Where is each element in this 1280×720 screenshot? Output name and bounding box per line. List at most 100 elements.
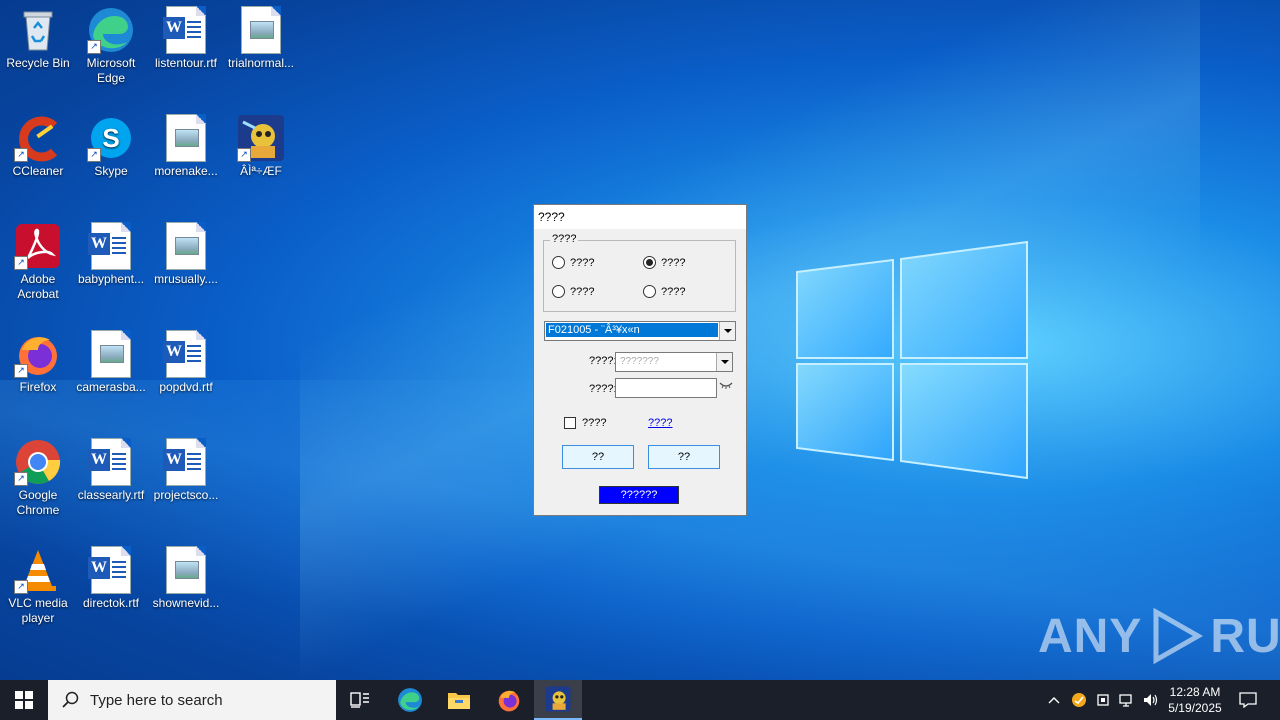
tray-device[interactable] bbox=[1092, 680, 1114, 720]
desktop-icon-directok[interactable]: W directok.rtf bbox=[73, 540, 149, 611]
desktop-icon-ccleaner[interactable]: ↗ CCleaner bbox=[0, 108, 76, 179]
radio-button[interactable] bbox=[552, 285, 565, 298]
icon-label: shownevid... bbox=[152, 596, 220, 610]
radio-option-3[interactable]: ???? bbox=[552, 285, 594, 298]
shortcut-arrow-icon: ↗ bbox=[237, 148, 251, 162]
desktop-icon-morenake[interactable]: morenake... bbox=[148, 108, 224, 179]
shortcut-arrow-icon: ↗ bbox=[87, 40, 101, 54]
desktop-icon-babyphent[interactable]: W babyphent... bbox=[73, 216, 149, 287]
dialog-title: ???? bbox=[534, 205, 746, 229]
desktop-icon-app-shortcut[interactable]: ↗ ÂÌª÷ÆF bbox=[223, 108, 299, 179]
svg-text:S: S bbox=[102, 123, 119, 153]
show-hidden-icons[interactable] bbox=[1044, 680, 1064, 720]
desktop-icon-google-chrome[interactable]: ↗ Google Chrome bbox=[0, 432, 76, 518]
cancel-button[interactable]: ?? bbox=[648, 445, 720, 469]
icon-label: ÂÌª÷ÆF bbox=[240, 164, 282, 178]
remember-checkbox-row[interactable]: ???? bbox=[564, 417, 606, 429]
radio-button[interactable] bbox=[552, 256, 565, 269]
desktop-icon-adobe-acrobat[interactable]: ↗ Adobe Acrobat bbox=[0, 216, 76, 302]
watermark-text: ANY bbox=[1038, 609, 1143, 663]
desktop-icon-skype[interactable]: S ↗ Skype bbox=[73, 108, 149, 179]
chrome-icon: ↗ bbox=[14, 438, 62, 486]
desktop-icon-camerasba[interactable]: camerasba... bbox=[73, 324, 149, 395]
start-button[interactable] bbox=[0, 680, 48, 720]
task-view-button[interactable] bbox=[336, 680, 384, 720]
field2-label: ????: bbox=[589, 383, 617, 395]
windows-logo-wallpaper bbox=[796, 240, 1028, 480]
radio-option-1[interactable]: ???? bbox=[552, 256, 594, 269]
desktop-icon-trialnormal[interactable]: trialnormal... bbox=[223, 0, 299, 71]
eye-icon[interactable] bbox=[719, 380, 733, 390]
shortcut-arrow-icon: ↗ bbox=[14, 580, 28, 594]
account-combo[interactable]: ??????? bbox=[615, 352, 733, 372]
chevron-down-icon[interactable] bbox=[719, 322, 735, 340]
image-file-icon bbox=[162, 222, 210, 270]
server-select[interactable]: F021005 - ¨Â³¥x«n bbox=[544, 321, 736, 341]
desktop-icon-projectsco[interactable]: W projectsco... bbox=[148, 432, 224, 503]
word-document-icon: W bbox=[162, 438, 210, 486]
remember-label: ???? bbox=[582, 417, 607, 429]
help-link[interactable]: ???? bbox=[648, 417, 672, 429]
folder-icon bbox=[448, 693, 470, 709]
windows-start-icon bbox=[15, 691, 33, 709]
vlc-cone-icon: ↗ bbox=[14, 546, 62, 594]
adobe-acrobat-icon: ↗ bbox=[14, 222, 62, 270]
icon-label: Google Chrome bbox=[16, 488, 60, 517]
icon-label: popdvd.rtf bbox=[159, 380, 213, 394]
chevron-up-icon bbox=[1048, 697, 1060, 704]
tray-app-icon bbox=[1072, 693, 1086, 707]
chevron-down-icon[interactable] bbox=[716, 353, 732, 371]
icon-label: projectsco... bbox=[153, 488, 219, 502]
radio-label: ???? bbox=[661, 285, 686, 298]
icon-label: Skype bbox=[94, 164, 128, 178]
skype-icon: S ↗ bbox=[87, 114, 135, 162]
radio-button-selected[interactable] bbox=[643, 256, 656, 269]
shortcut-arrow-icon: ↗ bbox=[14, 148, 28, 162]
task-view-icon bbox=[350, 692, 369, 708]
game-app-icon bbox=[545, 686, 571, 712]
taskbar-search-box[interactable]: Type here to search bbox=[48, 680, 336, 720]
radio-button[interactable] bbox=[643, 285, 656, 298]
icon-label: trialnormal... bbox=[227, 56, 295, 70]
desktop-icon-microsoft-edge[interactable]: ↗ Microsoft Edge bbox=[73, 0, 149, 86]
desktop-icon-listentour[interactable]: W listentour.rtf bbox=[148, 0, 224, 71]
taskbar-game-app[interactable] bbox=[534, 680, 582, 720]
firefox-icon: ↗ bbox=[14, 330, 62, 378]
taskbar-firefox[interactable] bbox=[485, 680, 533, 720]
icon-label: Microsoft Edge bbox=[86, 56, 136, 85]
anyrun-watermark: ANY RUN bbox=[1038, 606, 1280, 666]
desktop-icon-mrusually[interactable]: mrusually.... bbox=[148, 216, 224, 287]
tray-volume[interactable] bbox=[1140, 680, 1162, 720]
radio-option-4[interactable]: ???? bbox=[643, 285, 685, 298]
action-center-button[interactable] bbox=[1230, 680, 1266, 720]
status-bar: ?????? bbox=[599, 486, 679, 504]
taskbar-clock[interactable]: 12:28 AM 5/19/2025 bbox=[1163, 684, 1227, 716]
shortcut-arrow-icon: ↗ bbox=[14, 256, 28, 270]
word-document-icon: W bbox=[87, 222, 135, 270]
desktop-icon-firefox[interactable]: ↗ Firefox bbox=[0, 324, 76, 395]
image-file-icon bbox=[162, 114, 210, 162]
tray-network[interactable] bbox=[1116, 680, 1138, 720]
image-file-icon bbox=[237, 6, 285, 54]
remember-checkbox[interactable] bbox=[564, 417, 576, 429]
radio-option-2[interactable]: ???? bbox=[643, 256, 685, 269]
icon-label: directok.rtf bbox=[82, 596, 139, 610]
icon-label: morenake... bbox=[154, 164, 218, 178]
word-document-icon: W bbox=[162, 6, 210, 54]
watermark-text: RUN bbox=[1210, 609, 1280, 663]
clock-date: 5/19/2025 bbox=[1168, 701, 1222, 715]
taskbar-file-explorer[interactable] bbox=[435, 680, 483, 720]
desktop-icon-popdvd[interactable]: W popdvd.rtf bbox=[148, 324, 224, 395]
password-field[interactable] bbox=[615, 378, 717, 398]
taskbar-edge[interactable] bbox=[386, 680, 434, 720]
option-group: ???? ???? ???? ???? ???? bbox=[543, 233, 736, 312]
desktop-icon-classearly[interactable]: W classearly.rtf bbox=[73, 432, 149, 503]
ok-button[interactable]: ?? bbox=[562, 445, 634, 469]
desktop-icon-shownevid[interactable]: shownevid... bbox=[148, 540, 224, 611]
image-file-icon bbox=[87, 330, 135, 378]
shortcut-arrow-icon: ↗ bbox=[87, 148, 101, 162]
speaker-icon bbox=[1144, 694, 1158, 706]
desktop-icon-vlc[interactable]: ↗ VLC media player bbox=[0, 540, 76, 626]
desktop-icon-recycle-bin[interactable]: Recycle Bin bbox=[0, 0, 76, 71]
tray-app[interactable] bbox=[1068, 680, 1090, 720]
